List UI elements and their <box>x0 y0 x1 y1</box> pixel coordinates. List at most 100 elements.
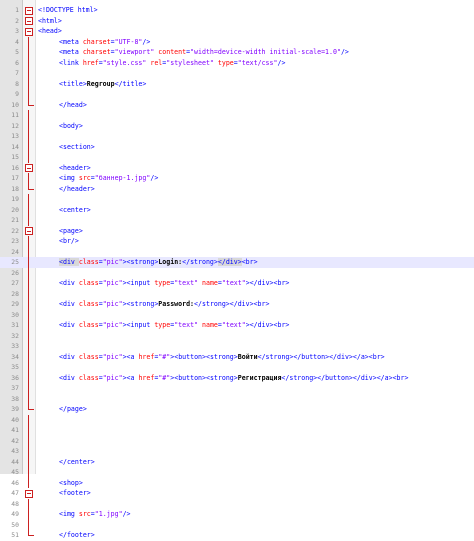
code-line[interactable]: 31 <div class="pic"><input type="text" na… <box>0 320 474 331</box>
code-line[interactable]: 47 <footer> <box>0 488 474 499</box>
code-line[interactable]: 29 <div class="pic"><strong>Password:</st… <box>0 299 474 310</box>
code-token: <shop> <box>59 478 83 487</box>
code-token: <br/> <box>59 237 79 245</box>
code-line[interactable]: 5 <meta charset="viewport" content="width… <box>0 47 474 58</box>
code-line[interactable]: 45 <box>0 467 474 478</box>
code-line[interactable]: 10 </head> <box>0 99 474 111</box>
code-line[interactable]: 12 <body> <box>0 120 474 131</box>
code-token: rel <box>150 58 163 67</box>
code-line[interactable]: 25 <div class="pic"><strong>Login:</stron… <box>0 257 474 268</box>
code-token: Регистрация <box>237 373 282 382</box>
code-token: "text" <box>174 321 199 329</box>
code-token: Login: <box>158 258 183 266</box>
fold-toggle-icon[interactable] <box>24 488 34 499</box>
code-line[interactable]: 24 <box>0 246 474 257</box>
code-text: <div class="pic"><a href="#"><button><st… <box>59 373 408 384</box>
code-line[interactable]: 8 <title>Regroup</title> <box>0 78 474 89</box>
fold-toggle-icon[interactable] <box>24 16 34 27</box>
fold-toggle-icon[interactable] <box>24 5 34 16</box>
code-token: src <box>78 174 91 182</box>
code-line[interactable]: 51 </footer> <box>0 530 474 541</box>
code-token: "width=device-width initial-scale=1.0" <box>190 48 341 56</box>
code-line[interactable]: 21 <box>0 215 474 226</box>
code-line[interactable]: 3 <head> <box>0 26 474 37</box>
code-line[interactable]: 2 <html> <box>0 16 474 27</box>
code-line[interactable]: 11 <box>0 110 474 121</box>
code-line[interactable]: 27 <div class="pic"><input type="text" na… <box>0 278 474 289</box>
code-line[interactable]: 15 <box>0 152 474 163</box>
code-token: <strong> <box>126 258 159 266</box>
code-line[interactable]: 18 </header> <box>0 183 474 195</box>
code-line[interactable]: 7 <box>0 68 474 79</box>
code-line[interactable]: 39 </page> <box>0 404 474 415</box>
line-number: 37 <box>11 384 19 392</box>
line-number: 3 <box>15 27 19 35</box>
code-line[interactable]: 16 <header> <box>0 163 474 174</box>
code-token: type <box>154 279 171 287</box>
code-line[interactable]: 41 <box>0 425 474 436</box>
code-line[interactable]: 9 <box>0 89 474 100</box>
code-line[interactable]: 34 <div class="pic"><a href="#"><button><… <box>0 351 474 362</box>
code-line[interactable]: 1 <!DOCTYPE html> <box>0 5 474 16</box>
fold-toggle-icon[interactable] <box>24 226 34 237</box>
code-text: <head> <box>38 26 62 37</box>
code-token: "pic" <box>102 300 123 308</box>
code-line[interactable]: 49 <img src="1.jpg"/> <box>0 509 474 520</box>
line-number: 15 <box>11 153 19 161</box>
line-number: 6 <box>15 58 19 67</box>
line-number: 24 <box>11 247 19 256</box>
code-line[interactable]: 30 <box>0 309 474 320</box>
code-token: src <box>78 510 91 518</box>
code-line[interactable]: 26 <box>0 267 474 278</box>
code-line[interactable]: 44 </center> <box>0 456 474 468</box>
fold-line-marker <box>24 299 34 310</box>
code-line[interactable]: 42 <box>0 435 474 446</box>
fold-line-marker <box>24 498 34 509</box>
line-number: 19 <box>11 195 19 203</box>
line-number: 22 <box>11 226 19 235</box>
code-token: <div <box>59 279 79 287</box>
fold-toggle-icon[interactable] <box>24 26 34 37</box>
code-line[interactable]: 20 <center> <box>0 204 474 215</box>
code-line[interactable]: 17 <img src="баннер-1.jpg"/> <box>0 173 474 184</box>
code-token: <div <box>59 300 79 308</box>
fold-toggle-icon[interactable] <box>24 163 34 174</box>
fold-line-marker <box>24 425 34 436</box>
code-line[interactable]: 19 <box>0 194 474 205</box>
code-line[interactable]: 28 <box>0 288 474 299</box>
code-line[interactable]: 48 <box>0 498 474 509</box>
fold-line-marker <box>24 288 34 299</box>
code-line[interactable]: 6 <link href="style.css" rel="stylesheet"… <box>0 57 474 68</box>
code-line[interactable]: 32 <box>0 330 474 341</box>
code-line[interactable]: 35 <box>0 362 474 373</box>
code-line[interactable]: 38 <box>0 393 474 404</box>
code-line[interactable]: 40 <box>0 414 474 425</box>
code-line[interactable]: 50 <box>0 519 474 530</box>
line-number: 51 <box>11 531 19 539</box>
code-line[interactable]: 33 <box>0 341 474 352</box>
fold-line-marker <box>24 351 34 362</box>
code-line[interactable]: 36 <div class="pic"><a href="#"><button><… <box>0 372 474 384</box>
code-text: </center> <box>59 457 95 468</box>
code-token: </strong></button></div></a><br> <box>257 352 385 361</box>
code-text: </page> <box>59 404 87 415</box>
code-line[interactable]: 13 <box>0 131 474 142</box>
code-token: <center> <box>59 205 91 214</box>
code-line[interactable]: 22 <page> <box>0 226 474 237</box>
code-line[interactable]: 46 <shop> <box>0 477 474 488</box>
code-token: <title> <box>59 79 87 88</box>
code-editor[interactable]: 1 <!DOCTYPE html> 2 <html> 3 <head> 4 <meta cha… <box>0 0 474 539</box>
line-number: 27 <box>11 279 19 287</box>
code-line[interactable]: 43 <box>0 446 474 457</box>
code-token: "#" <box>158 373 171 382</box>
fold-line-marker <box>24 57 34 68</box>
code-line[interactable]: 14 <section> <box>0 141 474 152</box>
fold-line-marker <box>24 362 34 373</box>
code-token: ><button><strong> <box>170 373 238 382</box>
code-line[interactable]: 37 <box>0 383 474 394</box>
code-line[interactable]: 4 <meta charset="UTF-8"/> <box>0 36 474 47</box>
line-number: 25 <box>11 258 19 266</box>
code-line[interactable]: 23 <br/> <box>0 236 474 247</box>
fold-line-marker <box>24 236 34 247</box>
code-token: content <box>158 48 187 56</box>
